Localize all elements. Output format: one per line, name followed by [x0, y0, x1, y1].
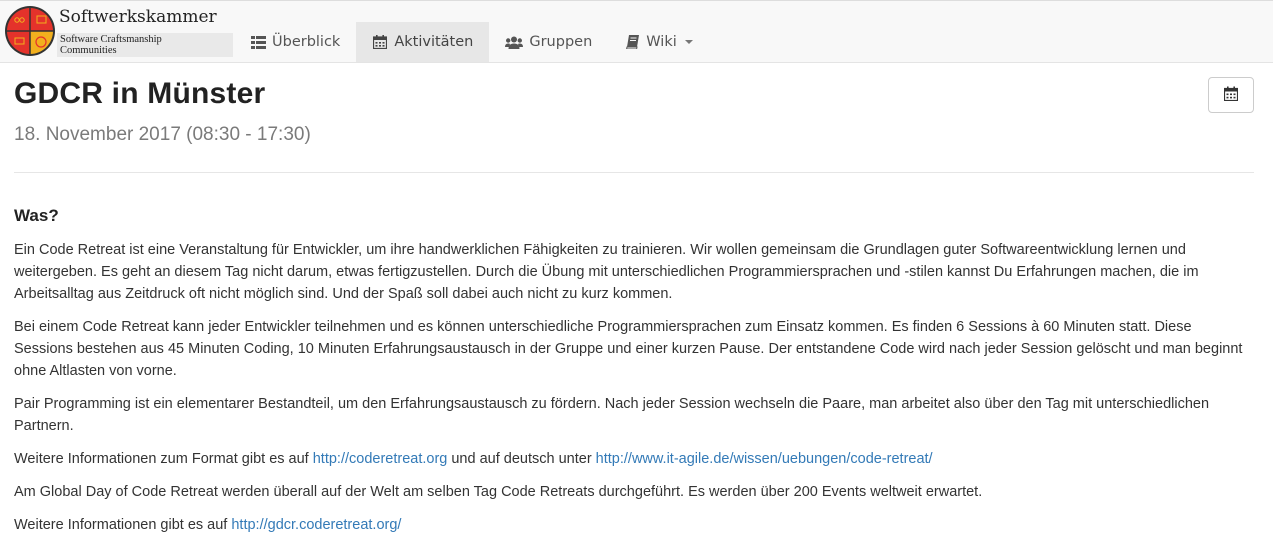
header-divider	[14, 172, 1254, 173]
nav-item-label: Aktivitäten	[394, 34, 474, 50]
navbar: Softwerkskammer Software Craftsmanship C…	[0, 0, 1273, 63]
brand-tagline: Software Craftsmanship Communities	[57, 33, 233, 57]
brand-home-link[interactable]: Softwerkskammer Software Craftsmanship C…	[4, 4, 233, 60]
calendar-export-button[interactable]	[1208, 77, 1254, 113]
description-paragraph: Bei einem Code Retreat kann jeder Entwic…	[14, 319, 1243, 379]
paragraph-text: Weitere Informationen zum Format gibt es…	[14, 451, 313, 467]
brand-tagline-line1: Software Craftsmanship	[60, 34, 162, 45]
section-title: Was?	[14, 206, 59, 225]
nav-item-aktivitaeten[interactable]: Aktivitäten	[356, 22, 490, 62]
nav-item-label: Gruppen	[529, 34, 593, 50]
softwerkskammer-logo-icon	[5, 6, 55, 56]
page-title: GDCR in Münster	[14, 77, 266, 110]
coderetreat-link[interactable]: http://coderetreat.org	[313, 451, 448, 467]
nav-item-gruppen[interactable]: Gruppen	[489, 22, 608, 62]
description-paragraph: Ein Code Retreat ist eine Veranstaltung …	[14, 242, 1199, 302]
nav-item-label: Überblick	[272, 34, 341, 50]
nav-item-label: Wiki	[646, 34, 677, 50]
paragraph-text: und auf deutsch unter	[447, 451, 596, 467]
event-date: 18. November 2017 (08:30 - 17:30)	[14, 124, 311, 145]
description-paragraph-links: Weitere Informationen zum Format gibt es…	[14, 448, 1254, 470]
book-icon	[624, 35, 640, 49]
description-paragraph: Am Global Day of Code Retreat werden übe…	[14, 484, 983, 500]
description-paragraph: Pair Programming ist ein elementarer Bes…	[14, 396, 1210, 434]
chevron-down-icon	[684, 40, 693, 44]
paragraph-text: Weitere Informationen gibt es auf	[14, 517, 232, 533]
brand-name: Softwerkskammer	[59, 7, 217, 27]
description-paragraph-links: Weitere Informationen gibt es auf http:/…	[14, 514, 1254, 536]
gdcr-link[interactable]: http://gdcr.coderetreat.org/	[231, 517, 401, 533]
list-icon	[250, 35, 266, 49]
event-description: Ein Code Retreat ist eine Veranstaltung …	[14, 239, 1254, 544]
brand-tagline-line2: Communities	[60, 45, 117, 56]
nav-item-ueberblick[interactable]: Überblick	[234, 22, 356, 62]
calendar-icon	[1223, 86, 1239, 105]
nav-item-wiki[interactable]: Wiki	[608, 22, 708, 62]
calendar-icon	[372, 35, 388, 49]
users-icon	[505, 35, 524, 49]
main-nav: Überblick Aktivitäten Gruppen Wiki	[234, 22, 709, 62]
it-agile-link[interactable]: http://www.it-agile.de/wissen/uebungen/c…	[596, 451, 933, 467]
